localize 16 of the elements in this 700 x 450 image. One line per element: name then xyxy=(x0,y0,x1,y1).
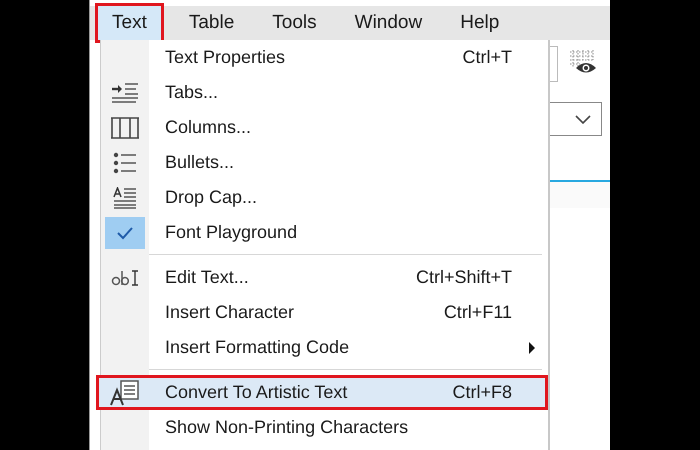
menu-bar-item[interactable]: Tools xyxy=(262,7,327,39)
menu-item[interactable]: Columns... xyxy=(101,110,548,145)
menu-item[interactable]: Tabs... xyxy=(101,75,548,110)
menu-bar-item[interactable]: Table xyxy=(178,7,244,39)
menu-bar-item[interactable]: Text xyxy=(98,6,161,40)
menu-item[interactable]: Edit Text... Ctrl+Shift+T xyxy=(101,260,548,295)
menu-item[interactable]: Bullets... xyxy=(101,145,548,180)
menu-item[interactable]: Drop Cap... xyxy=(101,180,548,215)
menu-item[interactable]: Insert Character Ctrl+F11 xyxy=(101,295,548,330)
menu-item[interactable]: Font Playground xyxy=(101,215,548,250)
menu-item[interactable]: Text Properties Ctrl+T xyxy=(101,40,548,75)
menu-bar-item[interactable]: Window xyxy=(344,7,432,39)
menu-item[interactable]: Insert Formatting Code xyxy=(101,330,548,365)
menu-item[interactable]: Convert To Artistic Text Ctrl+F8 xyxy=(96,375,548,410)
menu-bar-item[interactable]: Help xyxy=(450,7,510,39)
menu-item[interactable]: Show Non-Printing Characters xyxy=(101,410,548,445)
